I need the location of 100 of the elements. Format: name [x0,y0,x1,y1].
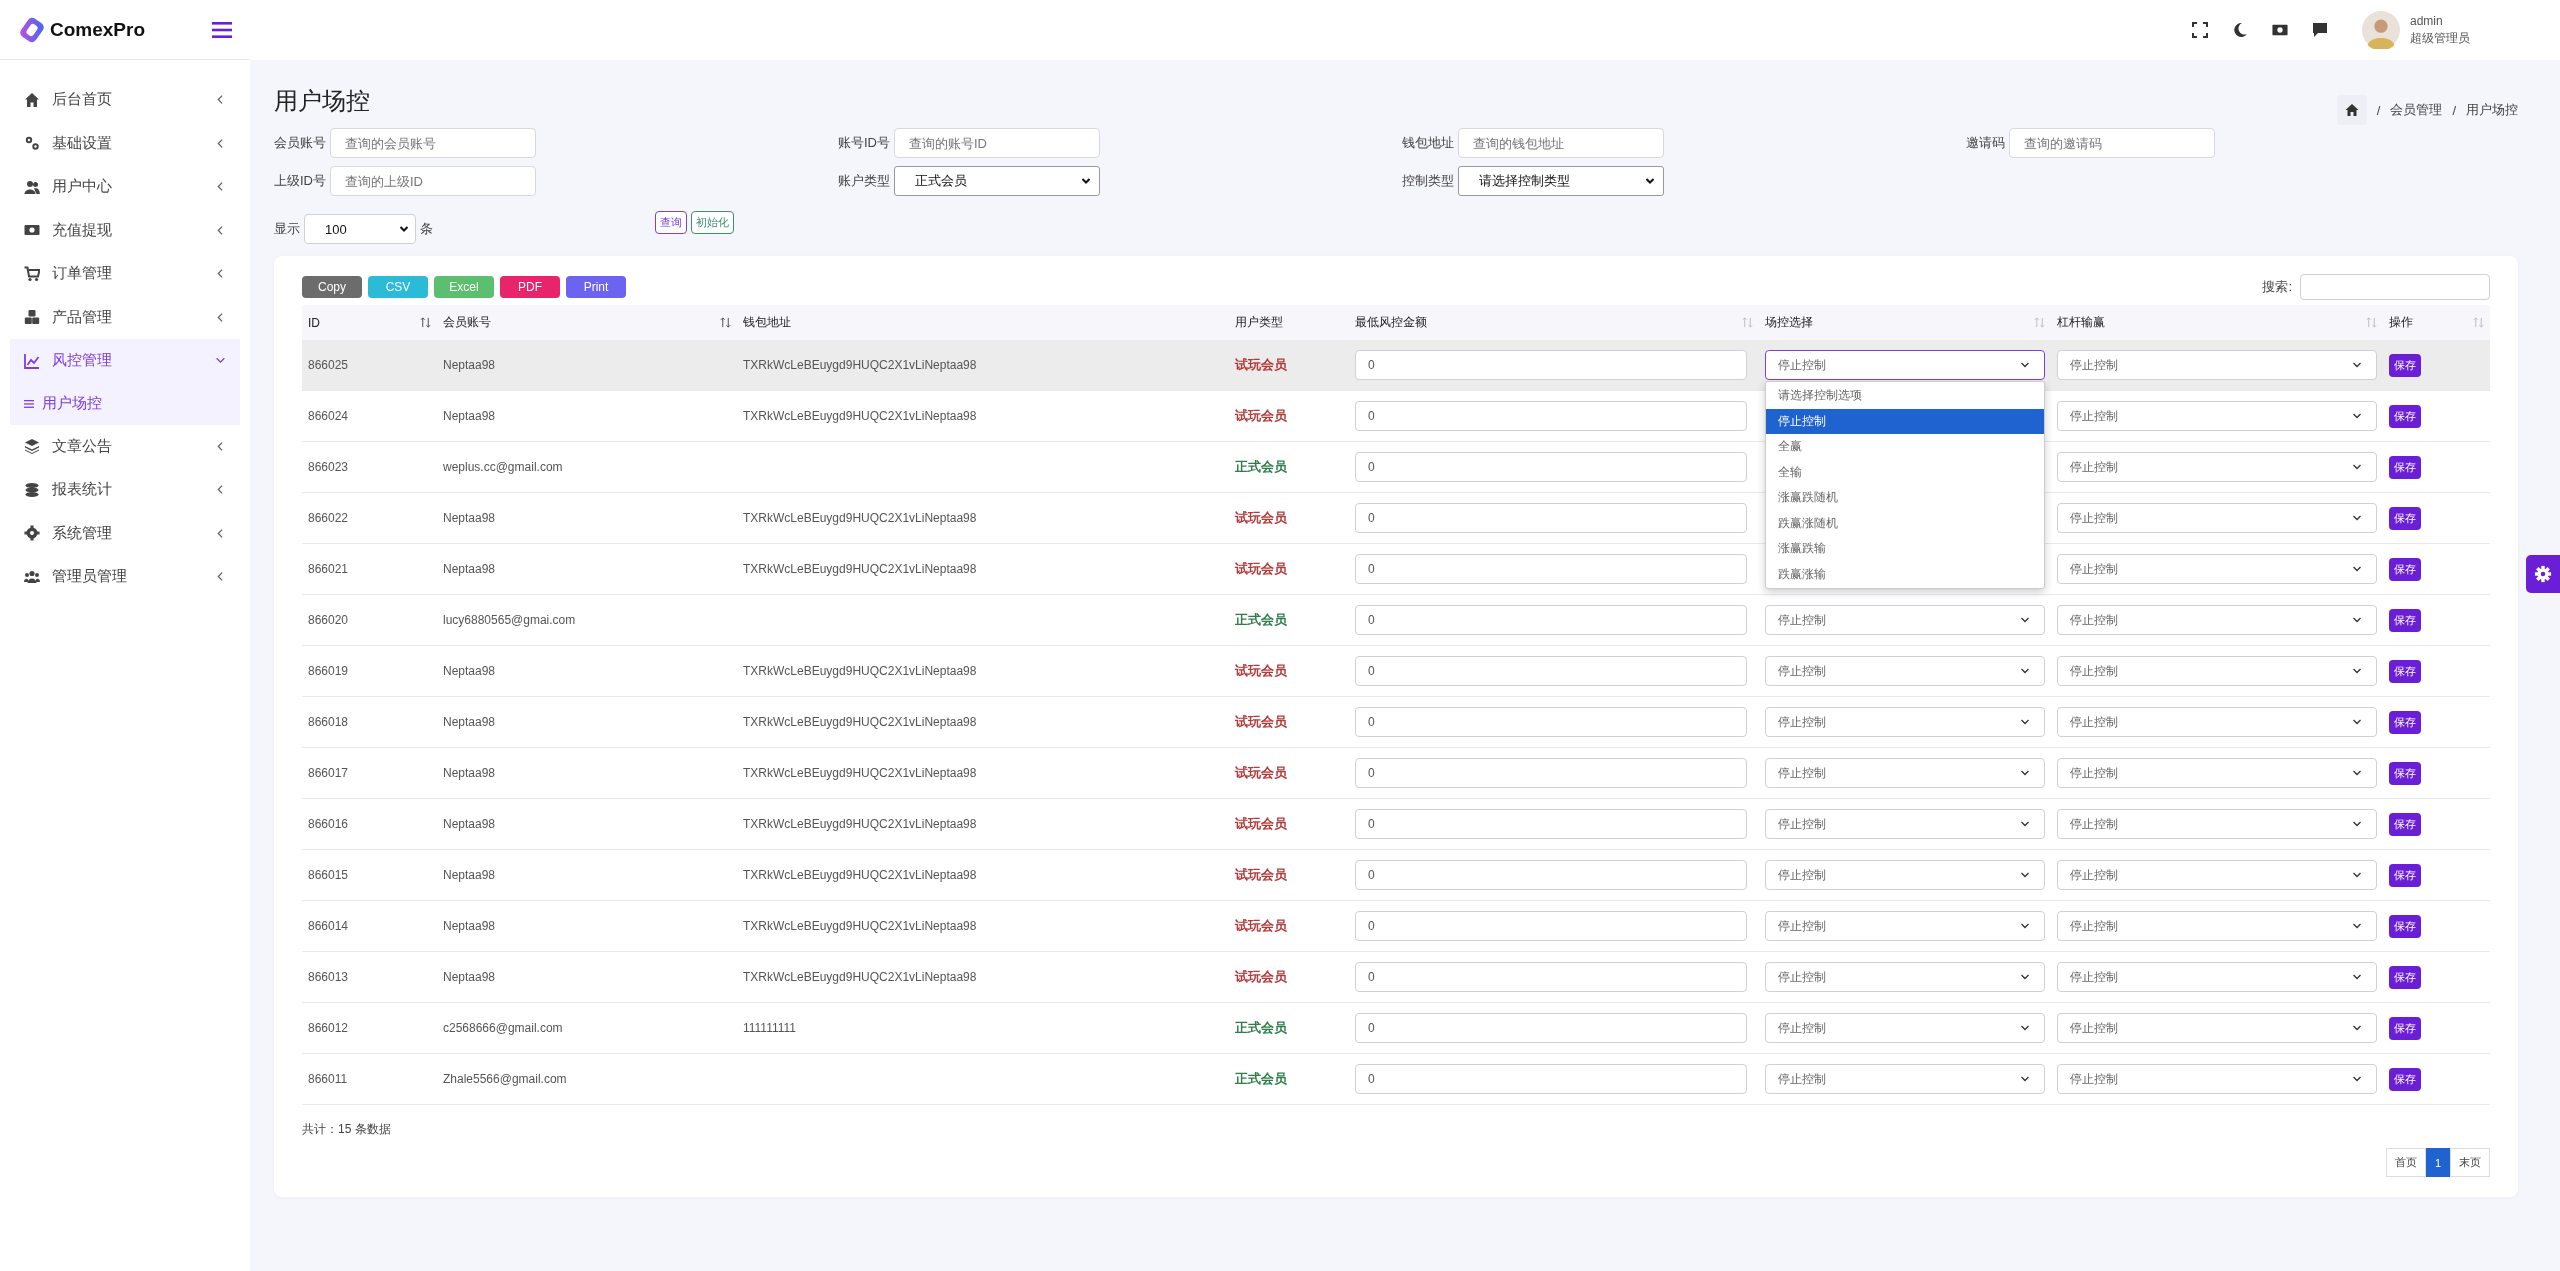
filter-input[interactable]: 查询的钱包地址 [1458,128,1664,158]
page-button[interactable]: 首页 [2385,1148,2426,1177]
leverage-select[interactable]: 停止控制 [2057,452,2377,482]
amount-field[interactable]: 0 [1355,350,1747,380]
save-button[interactable]: 保存 [2389,659,2421,683]
filter-input[interactable]: 查询的邀请码 [2009,128,2215,158]
leverage-select[interactable]: 停止控制 [2057,605,2377,635]
dropdown-option[interactable]: 跌赢涨输 [1766,561,2044,587]
save-button[interactable]: 保存 [2389,455,2421,479]
leverage-select[interactable]: 停止控制 [2057,707,2377,737]
column-header[interactable]: 操作 [2383,305,2490,340]
breadcrumb-item[interactable]: 用户场控 [2466,101,2518,119]
amount-field[interactable]: 0 [1355,452,1747,482]
nav-item[interactable]: 系统管理 [10,511,240,555]
page-button[interactable]: 末页 [2450,1148,2490,1177]
leverage-select[interactable]: 停止控制 [2057,962,2377,992]
amount-field[interactable]: 0 [1355,1064,1747,1094]
save-button[interactable]: 保存 [2389,1016,2421,1040]
save-button[interactable]: 保存 [2389,608,2421,632]
amount-field[interactable]: 0 [1355,554,1747,584]
leverage-select[interactable]: 停止控制 [2057,401,2377,431]
control-select[interactable]: 停止控制 [1765,860,2045,890]
control-select[interactable]: 停止控制 [1765,350,2045,380]
amount-field[interactable]: 0 [1355,656,1747,686]
column-header[interactable]: 杠杆输赢 [2051,305,2383,340]
leverage-select[interactable]: 停止控制 [2057,911,2377,941]
leverage-select[interactable]: 停止控制 [2057,503,2377,533]
filter-select[interactable]: 正式会员 [894,166,1100,196]
control-select[interactable]: 停止控制 [1765,605,2045,635]
control-select[interactable]: 停止控制 [1765,809,2045,839]
nav-item[interactable]: 用户中心 [10,165,240,209]
dropdown-option[interactable]: 涨赢跌输 [1766,536,2044,562]
save-button[interactable]: 保存 [2389,863,2421,887]
page-size-select[interactable]: 100 [304,214,416,244]
save-button[interactable]: 保存 [2389,812,2421,836]
save-button[interactable]: 保存 [2389,914,2421,938]
column-header[interactable]: ID [302,305,437,340]
nav-item[interactable]: 订单管理 [10,252,240,296]
leverage-select[interactable]: 停止控制 [2057,860,2377,890]
save-button[interactable]: 保存 [2389,353,2421,377]
leverage-select[interactable]: 停止控制 [2057,554,2377,584]
column-header[interactable]: 场控选择 [1759,305,2051,340]
amount-field[interactable]: 0 [1355,962,1747,992]
filter-select[interactable]: 请选择控制类型 [1458,166,1664,196]
amount-field[interactable]: 0 [1355,605,1747,635]
leverage-select[interactable]: 停止控制 [2057,809,2377,839]
dropdown-option[interactable]: 停止控制 [1766,408,2044,434]
control-select[interactable]: 停止控制 [1765,758,2045,788]
save-button[interactable]: 保存 [2389,710,2421,734]
leverage-select[interactable]: 停止控制 [2057,350,2377,380]
control-select[interactable]: 停止控制 [1765,1064,2045,1094]
control-select[interactable]: 停止控制 [1765,911,2045,941]
print-button[interactable]: Print [566,276,626,298]
page-button[interactable]: 1 [2425,1148,2450,1177]
query-button[interactable]: 查询 [655,210,687,234]
amount-field[interactable]: 0 [1355,860,1747,890]
control-select[interactable]: 停止控制 [1765,1013,2045,1043]
save-button[interactable]: 保存 [2389,1067,2421,1091]
nav-item[interactable]: 充值提现 [10,208,240,252]
nav-item[interactable]: 报表统计 [10,468,240,512]
amount-field[interactable]: 0 [1355,911,1747,941]
control-select[interactable]: 停止控制 [1765,656,2045,686]
nav-item[interactable]: 基础设置 [10,121,240,165]
dropdown-option[interactable]: 涨赢跌随机 [1766,485,2044,511]
dropdown-option[interactable]: 全输 [1766,459,2044,485]
nav-item[interactable]: 管理员管理 [10,555,240,599]
control-select[interactable]: 停止控制 [1765,707,2045,737]
control-select[interactable]: 停止控制 [1765,962,2045,992]
copy-button[interactable]: Copy [302,276,362,298]
dropdown-option[interactable]: 全赢 [1766,434,2044,460]
save-button[interactable]: 保存 [2389,761,2421,785]
filter-input[interactable]: 查询的会员账号 [330,128,536,158]
amount-field[interactable]: 0 [1355,758,1747,788]
leverage-select[interactable]: 停止控制 [2057,656,2377,686]
column-header[interactable]: 会员账号 [437,305,737,340]
save-button[interactable]: 保存 [2389,404,2421,428]
save-button[interactable]: 保存 [2389,965,2421,989]
filter-input[interactable]: 查询的上级ID [330,166,536,196]
leverage-select[interactable]: 停止控制 [2057,758,2377,788]
amount-field[interactable]: 0 [1355,503,1747,533]
amount-field[interactable]: 0 [1355,401,1747,431]
amount-field[interactable]: 0 [1355,707,1747,737]
nav-item[interactable]: 风控管理 [10,339,240,383]
column-header[interactable]: 用户类型 [1229,305,1349,340]
reset-button[interactable]: 初始化 [691,210,734,234]
column-header[interactable]: 钱包地址 [737,305,1229,340]
breadcrumb-item[interactable]: 会员管理 [2390,101,2443,119]
save-button[interactable]: 保存 [2389,557,2421,581]
save-button[interactable]: 保存 [2389,506,2421,530]
nav-item[interactable]: 产品管理 [10,295,240,339]
leverage-select[interactable]: 停止控制 [2057,1064,2377,1094]
nav-item[interactable]: 后台首页 [10,78,240,122]
dropdown-option[interactable]: 请选择控制选项 [1766,383,2044,409]
nav-item[interactable]: 文章公告 [10,424,240,468]
pdf-button[interactable]: PDF [500,276,560,298]
amount-field[interactable]: 0 [1355,1013,1747,1043]
amount-field[interactable]: 0 [1355,809,1747,839]
column-header[interactable]: 最低风控金额 [1349,305,1759,340]
filter-input[interactable]: 查询的账号ID [894,128,1100,158]
dropdown-option[interactable]: 跌赢涨随机 [1766,510,2044,536]
